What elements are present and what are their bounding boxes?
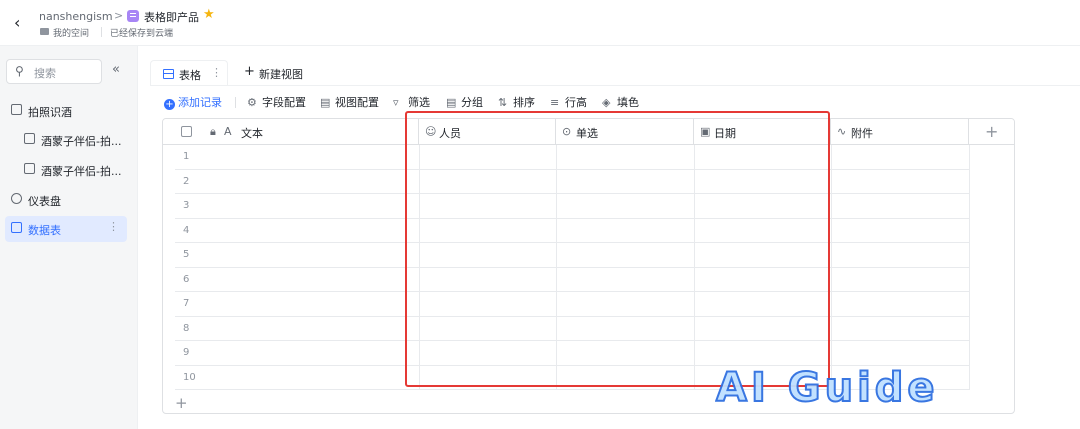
new-view-label: 新建视图 (259, 68, 303, 81)
row-height-icon: ≡ (550, 96, 560, 109)
search-input[interactable]: ⚲ 搜索 (6, 59, 102, 84)
sort-label: 排序 (513, 96, 535, 109)
tab-table[interactable]: 表格 ⋮ (150, 60, 228, 86)
add-record-button[interactable]: + 添加记录 (164, 94, 222, 110)
owner-name[interactable]: nanshengism (39, 10, 113, 23)
divider (101, 27, 102, 37)
group-label: 分组 (461, 96, 483, 109)
star-icon[interactable]: ★ (203, 7, 215, 22)
lock-icon: 🔒︎ (210, 125, 216, 138)
table-icon (11, 222, 22, 233)
form-icon (24, 163, 35, 174)
sidebar-item-label: 酒蒙子伴侣-拍... (41, 135, 122, 148)
column-divider (969, 145, 970, 390)
row-number: 4 (183, 224, 190, 236)
save-status: 已经保存到云端 (110, 29, 174, 39)
fill-color-button[interactable]: ◈ 填色 (602, 94, 639, 110)
add-row-button[interactable]: + (175, 394, 188, 412)
row-number: 1 (183, 151, 190, 162)
group-icon: ▤ (446, 96, 457, 109)
document-title[interactable]: 表格即产品 (144, 9, 199, 25)
text-icon: A (224, 125, 232, 138)
tab-menu-icon[interactable]: ⋮ (211, 66, 222, 79)
paperclip-icon: ∿ (837, 125, 847, 138)
row-number: 7 (183, 298, 190, 309)
form-icon (24, 133, 35, 144)
gear-icon: ⚙ (247, 96, 257, 109)
filter-icon: ▿ (393, 96, 399, 109)
row-height-label: 行高 (565, 96, 587, 109)
column-header-text[interactable]: 🔒︎ A 文本 (163, 119, 419, 145)
sidebar-item-label: 拍照识酒 (28, 106, 72, 119)
tab-label: 表格 (179, 69, 201, 82)
field-config-label: 字段配置 (262, 96, 306, 109)
view-settings-icon: ▤ (320, 96, 331, 109)
more-options-icon[interactable]: ⋮ (108, 220, 119, 233)
sidebar-item-dashboard[interactable]: 仪表盘 (5, 187, 127, 213)
chevron-right-icon: > (114, 9, 124, 22)
sidebar-item-companion-1[interactable]: 酒蒙子伴侣-拍... (5, 127, 127, 153)
sidebar-item-photo-wine[interactable]: 拍照识酒 (5, 98, 127, 124)
view-config-label: 视图配置 (335, 96, 379, 109)
row-number: 3 (183, 200, 190, 211)
sidebar-item-companion-2[interactable]: 酒蒙子伴侣-拍... (5, 157, 127, 183)
space-link[interactable]: 我的空间 (53, 26, 89, 39)
column-divider (831, 145, 832, 390)
divider (235, 97, 236, 108)
sidebar-item-label: 数据表 (28, 224, 61, 237)
plus-icon: + (985, 122, 999, 141)
column-label: 附件 (851, 127, 873, 140)
sidebar-item-label: 酒蒙子伴侣-拍... (41, 165, 122, 178)
search-icon: ⚲ (15, 64, 24, 78)
view-config-button[interactable]: ▤ 视图配置 (320, 94, 379, 110)
clock-icon (11, 193, 22, 204)
add-circle-icon: + (164, 99, 175, 110)
sort-icon: ⇅ (498, 96, 508, 109)
row-number: 2 (183, 175, 190, 187)
highlight-box (405, 111, 830, 387)
row-number: 6 (183, 273, 190, 285)
search-placeholder: 搜索 (34, 67, 56, 80)
paint-bucket-icon: ◈ (602, 96, 611, 109)
row-number: 8 (183, 322, 190, 334)
column-header-attachment[interactable]: ∿ 附件 (831, 119, 969, 145)
watermark-logo: AI Guide (715, 364, 939, 412)
field-config-button[interactable]: ⚙ 字段配置 (247, 94, 306, 110)
sidebar: ⚲ 搜索 « 拍照识酒 酒蒙子伴侣-拍... 酒蒙子伴侣-拍... 仪表盘 数据… (0, 46, 138, 429)
plus-icon: + (244, 64, 255, 79)
row-number: 9 (183, 347, 190, 358)
back-arrow-icon[interactable]: ‹ (14, 14, 30, 32)
column-label: 文本 (241, 127, 263, 140)
sort-button[interactable]: ⇅ 排序 (498, 94, 535, 110)
row-number: 5 (183, 249, 190, 260)
filter-button[interactable]: ▿ 筛选 (393, 94, 430, 110)
sidebar-item-label: 仪表盘 (28, 195, 61, 208)
fill-color-label: 填色 (617, 96, 639, 109)
grid-view-icon (163, 69, 174, 79)
collapse-sidebar-icon[interactable]: « (112, 62, 120, 77)
add-column-button[interactable]: + (969, 119, 1014, 145)
add-record-label: 添加记录 (178, 96, 222, 109)
select-all-checkbox[interactable] (181, 126, 192, 137)
document-icon (127, 10, 139, 22)
table-icon (11, 104, 22, 115)
row-height-button[interactable]: ≡ 行高 (550, 94, 587, 110)
group-button[interactable]: ▤ 分组 (446, 94, 483, 110)
filter-label: 筛选 (408, 96, 430, 109)
top-header: ‹ nanshengism > 表格即产品 ★ 我的空间 已经保存到云端 (0, 0, 1080, 46)
row-number: 10 (183, 371, 196, 383)
folder-icon (40, 28, 49, 35)
tab-divider (150, 85, 1080, 86)
sidebar-item-datatable[interactable]: 数据表 ⋮ (5, 216, 127, 242)
